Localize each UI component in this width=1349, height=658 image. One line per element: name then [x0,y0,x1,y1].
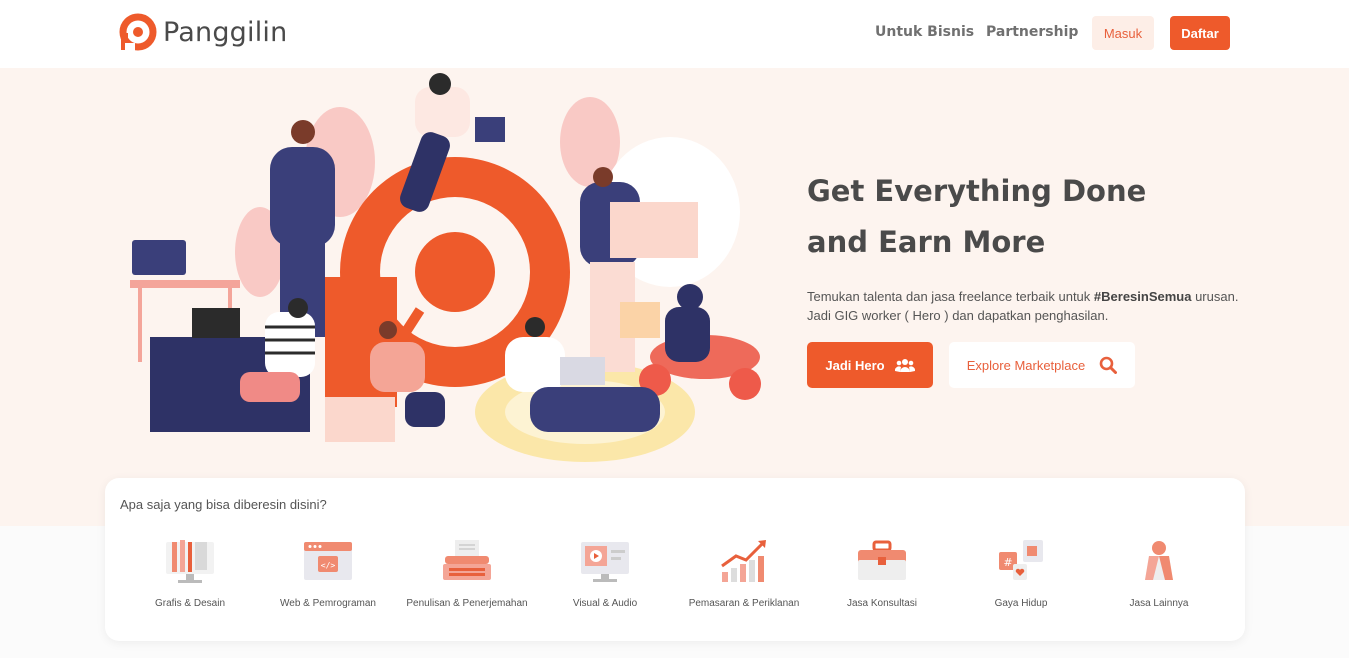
hero-illustration [130,73,761,462]
design-icon [166,540,214,583]
jadi-hero-label: Jadi Hero [825,357,885,373]
category-jasa-konsultasi[interactable]: Jasa Konsultasi [807,538,957,609]
category-label: Pemasaran & Periklanan [688,598,800,609]
hooded-figure-icon [1145,541,1173,580]
hero-description-line-1: Temukan talenta dan jasa freelance terba… [807,289,1238,304]
typewriter-icon [443,540,491,580]
growth-chart-icon [721,540,766,582]
category-grafis-desain[interactable]: Grafis & Desain [115,538,265,609]
users-icon [894,359,915,372]
register-button[interactable]: Daftar [1170,16,1230,50]
category-pemasaran-periklanan[interactable]: Pemasaran & Periklanan [669,538,819,609]
category-visual-audio[interactable]: Visual & Audio [530,538,680,609]
search-icon [1099,356,1118,374]
brand-name: Panggilin [163,16,288,48]
category-label: Grafis & Desain [154,598,226,609]
nav-link-partnership[interactable]: Partnership [986,24,1078,40]
svg-text:#: # [1003,556,1012,569]
code-icon: </> [304,542,352,580]
hero-desc-text: Temukan talenta dan jasa freelance terba… [807,289,1094,304]
category-label: Web & Pemrograman [280,598,376,609]
category-label: Penulisan & Penerjemahan [406,598,528,609]
top-nav: Panggilin Untuk Bisnis Partnership Masuk… [0,0,1349,68]
video-icon [581,542,629,582]
hero-title-line-2: and Earn More [807,225,1046,259]
svg-text:</>: </> [321,561,336,570]
category-web-pemrograman[interactable]: </> Web & Pemrograman [253,538,403,609]
category-label: Visual & Audio [572,598,638,609]
explore-marketplace-button[interactable]: Explore Marketplace [949,342,1135,388]
explore-marketplace-label: Explore Marketplace [966,357,1086,373]
category-card-title: Apa saja yang bisa diberesin disini? [120,497,327,512]
category-card: Apa saja yang bisa diberesin disini? Gra… [105,478,1245,641]
hero-title-line-1: Get Everything Done [807,174,1147,208]
category-label: Gaya Hidup [994,598,1048,609]
hero-description-line-2: Jadi GIG worker ( Hero ) dan dapatkan pe… [807,308,1109,323]
category-jasa-lainnya[interactable]: Jasa Lainnya [1084,538,1234,609]
briefcase-icon [858,540,906,580]
nav-link-untuk-bisnis[interactable]: Untuk Bisnis [875,24,974,40]
hero-desc-text-end: urusan. [1191,289,1239,304]
panggilin-logo-icon [119,13,157,51]
brand-logo[interactable]: Panggilin [119,13,287,51]
login-button[interactable]: Masuk [1092,16,1154,50]
category-penulisan-penerjemahan[interactable]: Penulisan & Penerjemahan [392,538,542,609]
social-icon: # [999,540,1043,580]
hashtag: #BeresinSemua [1093,289,1192,304]
category-label: Jasa Lainnya [1129,598,1189,609]
jadi-hero-button[interactable]: Jadi Hero [807,342,933,388]
category-label: Jasa Konsultasi [846,598,918,609]
category-gaya-hidup[interactable]: # Gaya Hidup [946,538,1096,609]
